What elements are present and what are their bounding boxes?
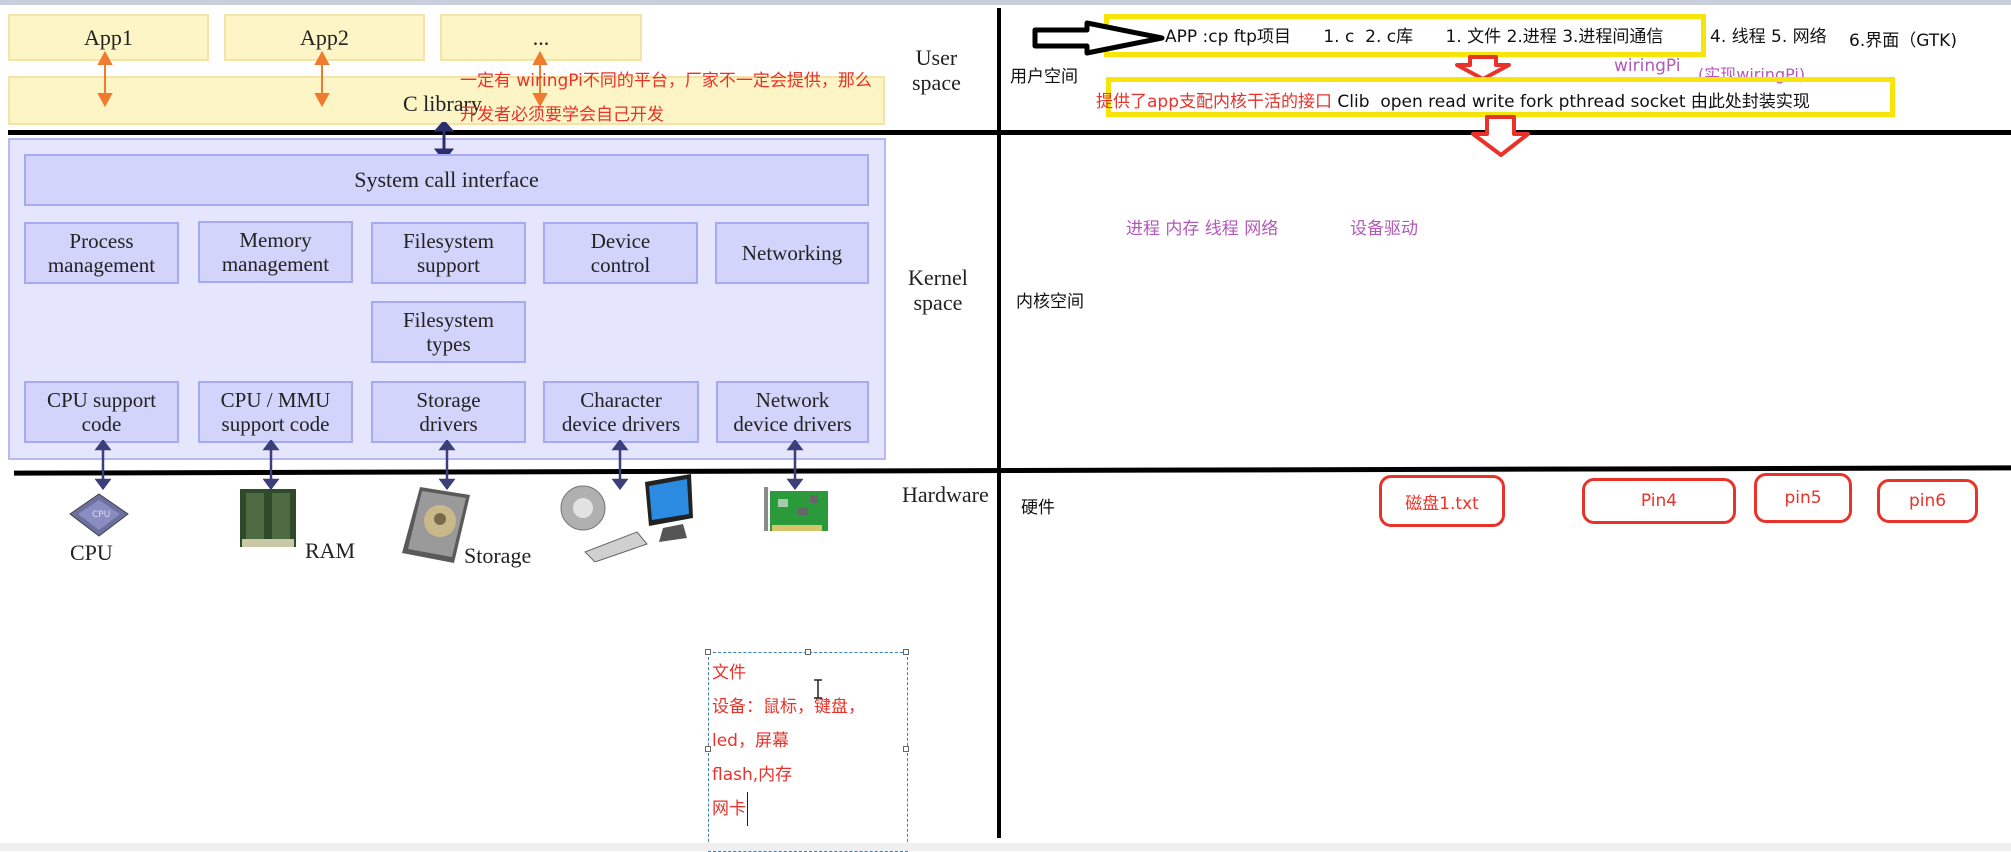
kernel-space-cn-label: 内核空间 [1016,292,1084,312]
hw-box-pin5-label: pin5 [1784,488,1822,508]
box-label-line1: CPU / MMU [220,388,331,412]
box-label-line2: management [221,252,330,276]
storage-drivers-box: Storage drivers [371,381,526,443]
hw-box-pin4: Pin4 [1582,478,1736,524]
cpu-support-code-box: CPU support code [24,381,179,443]
hardware-layer-label: Hardware [902,482,989,507]
hw-box-disk-label: 磁盘1.txt [1405,493,1479,514]
peripherals-icon [560,474,693,562]
box-label-line2: device drivers [561,412,681,436]
filesystem-support-box: Filesystem support [371,222,526,284]
cpu-icon: CPU [69,493,129,537]
box-label-line2: management [47,253,156,277]
user-kernel-divider [8,130,2011,135]
network-card-icon [764,487,828,531]
user-space-cn-label: 用户空间 [1010,67,1078,87]
cpu-label: CPU [70,540,113,565]
box-label-line2: support [416,253,480,277]
box-label-line1: CPU support [46,388,157,412]
process-management-box: Process management [24,222,179,284]
window-bottom-bar [0,843,2011,851]
text-cursor-ibeam-icon [814,679,822,699]
box-label-line1: Filesystem [402,308,494,332]
textbox-line: 设备：鼠标，键盘， [712,697,865,717]
kernel-items-text: 进程 内存 线程 网络 [1126,219,1279,239]
app2-label: App2 [300,24,349,50]
hw-box-pin5: pin5 [1754,473,1852,523]
driver-hardware-arrows [94,440,804,490]
wiringpi-label: wiringPi [1614,56,1681,76]
box-label-line2: support code [221,412,330,436]
system-call-interface-box: System call interface [24,154,869,206]
box-label-line2: code [81,412,122,436]
app-topics-tail-text: 4. 线程 5. 网络 [1710,27,1827,47]
notes-vertical-divider [997,8,1001,838]
app1-label: App1 [84,24,133,50]
system-call-interface-label: System call interface [354,167,539,192]
user-space-line1: User [915,45,958,70]
textbox-line-caret: 网卡 [712,792,748,826]
network-device-drivers-box: Network device drivers [716,381,869,443]
box-label-line1: Storage [416,388,481,412]
wiringpi-annotation-line2: 开发者必须要学会自己开发 [460,105,664,125]
window-top-bar [0,0,2011,5]
box-label-line2: types [426,332,471,356]
textbox-line: flash,内存 [712,765,793,785]
hw-box-disk: 磁盘1.txt [1379,475,1505,527]
wiringpi-annotation-line1: 一定有 wiringPi不同的平台，厂家不一定会提供，那么 [460,71,872,91]
resize-handle-l[interactable] [705,746,711,752]
kernel-space-line2: space [913,290,963,315]
box-label-line1: Filesystem [402,229,494,253]
box-label-line1: Network [755,388,830,412]
box-label-line2: control [590,253,651,277]
ram-icon [240,489,296,547]
box-label-line1: Device [590,229,651,253]
editable-textbox[interactable]: 文件 设备：鼠标，键盘， led，屏幕 flash,内存 网卡 [705,649,909,852]
hardware-cn-label: 硬件 [1021,498,1055,518]
hw-box-pin6-label: pin6 [1908,491,1947,511]
user-space-label: User space [912,45,961,95]
hw-box-pin6: pin6 [1877,479,1978,523]
box-label-line1: Memory [239,228,312,252]
resize-handle-tr[interactable] [903,649,909,655]
device-driver-text: 设备驱动 [1350,219,1418,239]
memory-management-box: Memory management [198,221,353,283]
gui-gtk-text: 6.界面（GTK) [1849,31,1957,51]
box-label-line2: device drivers [733,412,852,436]
storage-icon [402,487,470,563]
character-device-drivers-box: Character device drivers [543,381,699,443]
clib-note: 提供了app支配内核干活的接口 Clib open read write for… [1096,87,1810,112]
clib-note-red: 提供了app支配内核干活的接口 [1096,92,1332,112]
textbox-line: 文件 [712,663,746,683]
box-label-line1: Process [69,229,134,253]
resize-handle-r[interactable] [903,746,909,752]
textbox-content[interactable]: 文件 设备：鼠标，键盘， led，屏幕 flash,内存 网卡 [712,656,865,826]
device-control-box: Device control [543,222,698,284]
svg-text:CPU: CPU [92,510,110,520]
resize-handle-tl[interactable] [705,649,711,655]
app-topics-text: APP :cp ftp项目 1. c 2. c库 1. 文件 2.进程 3.进程… [1165,27,1664,47]
storage-label: Storage [464,543,532,568]
app-more-label: ... [532,24,550,50]
kernel-space-line1: Kernel [908,265,968,290]
filesystem-types-box: Filesystem types [371,301,526,363]
kernel-space-label: Kernel space [908,265,968,315]
user-space-line2: space [912,70,961,95]
textbox-line: led，屏幕 [712,731,789,751]
box-label-line1: Networking [741,241,843,265]
cpu-mmu-support-code-box: CPU / MMU support code [198,381,353,443]
networking-box: Networking [715,222,869,284]
ram-label: RAM [305,538,356,563]
hw-box-pin4-label: Pin4 [1640,491,1678,511]
black-right-arrow [1032,20,1165,56]
red-down-arrow-large [1471,115,1530,157]
clib-note-black: Clib open read write fork pthread socket… [1332,92,1810,112]
resize-handle-t[interactable] [805,649,811,655]
box-label-line2: drivers [419,412,478,436]
box-label-line1: Character [580,388,662,412]
